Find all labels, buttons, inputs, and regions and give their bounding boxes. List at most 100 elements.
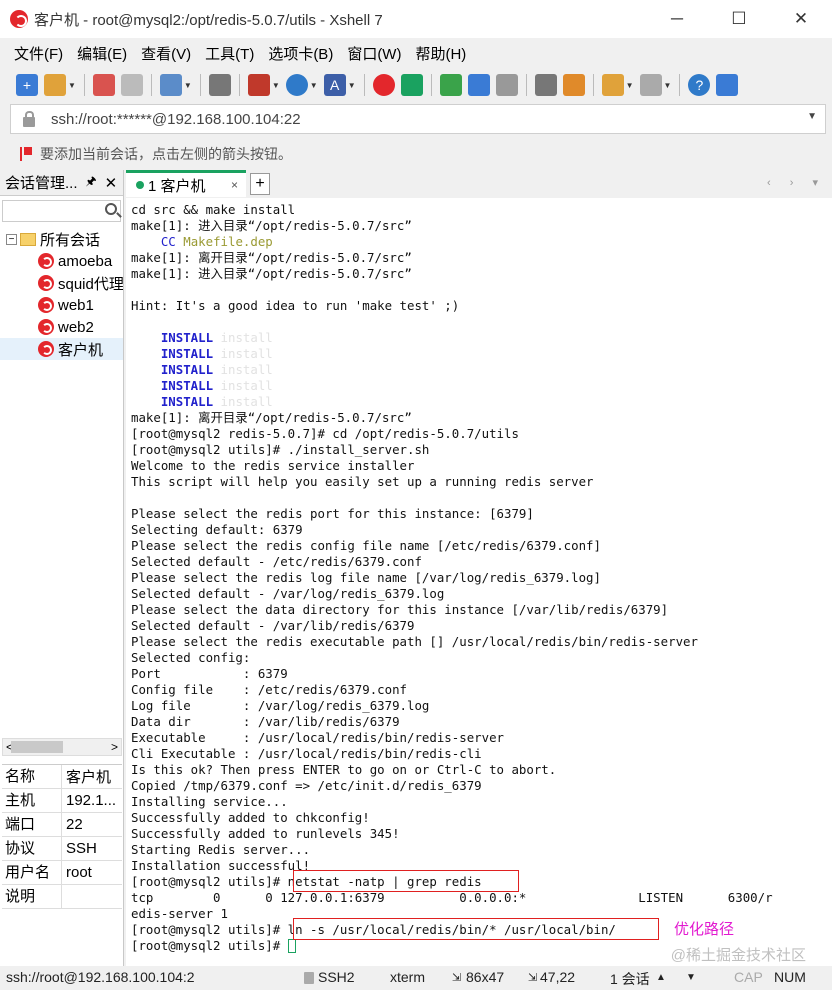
compose-dropdown-icon[interactable]: ▼	[664, 81, 672, 90]
shell-prompt: [root@mysql2 utils]#	[131, 922, 288, 937]
font-dropdown-icon[interactable]: ▼	[348, 81, 356, 90]
menu-view[interactable]: 查看(V)	[141, 43, 191, 64]
session-item-web2[interactable]: web2	[0, 316, 123, 338]
terminal-line: cd src && make install	[131, 202, 296, 217]
terminal-output[interactable]: cd src && make install make[1]: 进入目录“/op…	[126, 198, 832, 966]
script-dropdown-icon[interactable]: ▼	[626, 81, 634, 90]
terminal-line: Please select the redis port for this in…	[131, 506, 534, 521]
fullscreen-icon[interactable]	[439, 74, 462, 96]
flag-icon[interactable]	[20, 147, 32, 161]
install-keyword: INSTALL	[160, 362, 214, 377]
connect-icon[interactable]	[92, 74, 115, 96]
close-panel-icon[interactable]: ✕	[105, 174, 118, 192]
session-icon	[38, 341, 54, 357]
layout-icon[interactable]	[247, 74, 270, 96]
terminal-line: INSTALL install	[131, 346, 832, 362]
chat-icon[interactable]	[716, 74, 739, 96]
scroll-thumb[interactable]	[11, 741, 63, 753]
status-bar: ssh://root@192.168.100.104:2 SSH2 xterm …	[0, 966, 832, 990]
properties-icon[interactable]	[159, 74, 182, 96]
new-tab-button[interactable]: +	[250, 173, 270, 195]
menu-edit[interactable]: 编辑(E)	[77, 43, 127, 64]
collapse-toggle-icon[interactable]: −	[6, 233, 17, 245]
tab-navigation-icons[interactable]: ‹ › ▾	[767, 176, 826, 189]
xshell-icon[interactable]	[372, 74, 395, 96]
status-down-arrow-icon[interactable]: ▼	[686, 972, 696, 983]
session-item-client[interactable]: 客户机	[0, 338, 123, 360]
tab-close-icon[interactable]: ×	[231, 178, 238, 192]
open-dropdown-icon[interactable]: ▼	[68, 81, 76, 90]
terminal-line: Hint: It's a good idea to run 'make test…	[131, 298, 460, 313]
globe-icon[interactable]	[285, 74, 308, 96]
menu-file[interactable]: 文件(F)	[14, 43, 63, 64]
xftp-icon[interactable]	[400, 74, 423, 96]
address-bar[interactable]: ssh://root:******@192.168.100.104:22 ▼	[10, 104, 826, 134]
install-ghost: install	[220, 346, 273, 361]
scroll-right-icon[interactable]: >	[111, 740, 118, 754]
session-manager-title: 会话管理...	[5, 175, 78, 192]
new-session-icon[interactable]: +	[16, 74, 38, 96]
toolbar-separator	[525, 74, 527, 96]
terminal-line: Cli Executable : /usr/local/redis/bin/re…	[131, 746, 482, 761]
menu-window[interactable]: 窗口(W)	[347, 43, 401, 64]
search-icon[interactable]	[105, 203, 117, 215]
toolbar-separator	[199, 74, 201, 96]
session-label: web2	[58, 318, 94, 336]
font-icon[interactable]: A	[323, 74, 346, 96]
find-icon[interactable]	[208, 74, 231, 96]
terminal-line: Selected config:	[131, 650, 251, 665]
property-row: 名称 客户机	[2, 764, 122, 789]
address-value[interactable]: ssh://root:******@192.168.100.104:22	[51, 111, 301, 128]
highlight-icon[interactable]	[562, 74, 585, 96]
terminal-line: Copied /tmp/6379.conf => /etc/init.d/red…	[131, 778, 482, 793]
property-key: 名称	[2, 764, 62, 789]
tree-root-label: 所有会话	[40, 231, 101, 249]
property-value: SSH	[66, 840, 97, 857]
install-keyword: INSTALL	[160, 346, 214, 361]
terminal-line: INSTALL install	[131, 362, 832, 378]
disconnect-icon[interactable]	[120, 74, 143, 96]
menu-help[interactable]: 帮助(H)	[415, 43, 466, 64]
session-tree-scrollbar[interactable]: < >	[2, 738, 122, 756]
property-value: 22	[66, 816, 83, 833]
terminal-line: Please select the redis config file name…	[131, 538, 601, 553]
transparency-icon[interactable]	[467, 74, 490, 96]
terminal-line: tcp 0 0 127.0.0.1:6379 0.0.0.0:* LISTEN …	[131, 890, 773, 905]
menu-bar: 文件(F) 编辑(E) 查看(V) 工具(T) 选项卡(B) 窗口(W) 帮助(…	[0, 38, 832, 68]
session-tree: − 所有会话 amoeba squid代理 web1 web2 客户机	[0, 228, 123, 360]
close-button[interactable]: ✕	[770, 0, 832, 38]
session-search-input[interactable]	[2, 200, 121, 222]
session-item-amoeba[interactable]: amoeba	[0, 250, 123, 272]
session-item-web1[interactable]: web1	[0, 294, 123, 316]
script-icon[interactable]	[601, 74, 624, 96]
open-folder-icon[interactable]	[44, 74, 66, 96]
maximize-button[interactable]: ☐	[708, 0, 770, 38]
toolbar-separator	[430, 74, 432, 96]
terminal-line: This script will help you easily set up …	[131, 474, 594, 489]
property-row: 协议 SSH	[2, 836, 122, 861]
terminal-line: INSTALL install	[131, 330, 832, 346]
pin-icon[interactable]: 🖈	[86, 172, 97, 193]
terminal-line: Port : 6379	[131, 666, 288, 681]
menu-tabs[interactable]: 选项卡(B)	[268, 43, 333, 64]
folder-icon	[20, 232, 36, 246]
cc-prefix: CC	[160, 234, 176, 249]
lock-icon[interactable]	[495, 74, 518, 96]
keyboard-icon[interactable]	[534, 74, 557, 96]
layout-dropdown-icon[interactable]: ▼	[272, 81, 280, 90]
compose-icon[interactable]	[639, 74, 662, 96]
minimize-button[interactable]: ─	[646, 0, 708, 38]
globe-dropdown-icon[interactable]: ▼	[310, 81, 318, 90]
address-dropdown-icon[interactable]: ▼	[807, 111, 817, 122]
terminal-line: Selected default - /var/lib/redis/6379	[131, 618, 415, 633]
session-item-squid[interactable]: squid代理	[0, 272, 123, 294]
tree-root-all-sessions[interactable]: − 所有会话	[0, 228, 123, 250]
terminal-line: Please select the data directory for thi…	[131, 602, 669, 617]
terminal-line: [root@mysql2 redis-5.0.7]# cd /opt/redis…	[131, 426, 519, 441]
menu-tools[interactable]: 工具(T)	[205, 43, 254, 64]
status-up-arrow-icon[interactable]: ▲	[656, 972, 666, 983]
toolbar-separator	[679, 74, 681, 96]
help-icon[interactable]: ?	[688, 74, 711, 96]
properties-dropdown-icon[interactable]: ▼	[184, 81, 192, 90]
tab-client[interactable]: 1 客户机 ×	[126, 170, 246, 197]
